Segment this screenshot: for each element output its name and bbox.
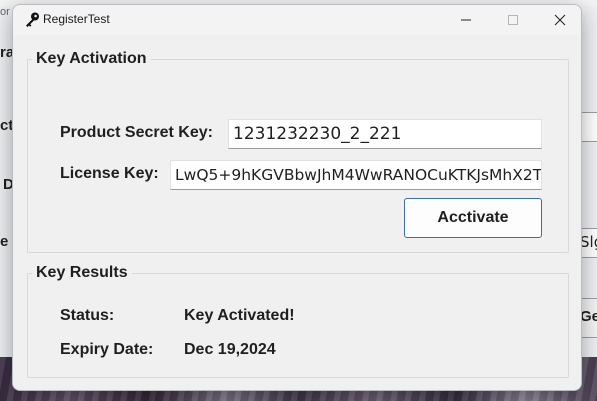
license-key-input[interactable]: LwQ5+9hKGVBbwJhM4WwRANOCuKTKJsMhX2T <box>170 160 542 190</box>
window-title: RegisterTest <box>43 12 110 26</box>
maximize-button[interactable] <box>490 5 536 35</box>
background-text: e <box>0 233 9 250</box>
key-icon <box>26 12 39 27</box>
title-bar[interactable]: RegisterTest <box>13 5 581 35</box>
maximize-icon <box>508 15 518 25</box>
expiry-date-value: Dec 19,2024 <box>184 341 276 358</box>
license-key-label: License Key: <box>60 165 159 182</box>
expiry-date-label: Expiry Date: <box>60 341 154 358</box>
activate-button[interactable]: Acctivate <box>404 198 542 238</box>
key-results-title: Key Results <box>32 264 132 282</box>
close-button[interactable] <box>537 5 581 35</box>
minimize-icon <box>461 19 471 21</box>
background-field-text: Slg <box>580 233 597 251</box>
background-text: or <box>0 6 10 18</box>
status-label: Status: <box>60 307 115 324</box>
key-results-group <box>27 273 569 378</box>
close-icon <box>554 14 566 26</box>
background-button-text: Ge <box>580 308 597 325</box>
register-dialog: RegisterTest Key Activation Product Secr… <box>12 4 582 391</box>
product-secret-key-input[interactable]: 1231232230_2_221 <box>228 119 542 149</box>
key-activation-title: Key Activation <box>32 50 151 68</box>
status-value: Key Activated! <box>184 307 295 324</box>
product-secret-key-label: Product Secret Key: <box>60 124 213 141</box>
minimize-button[interactable] <box>443 5 489 35</box>
